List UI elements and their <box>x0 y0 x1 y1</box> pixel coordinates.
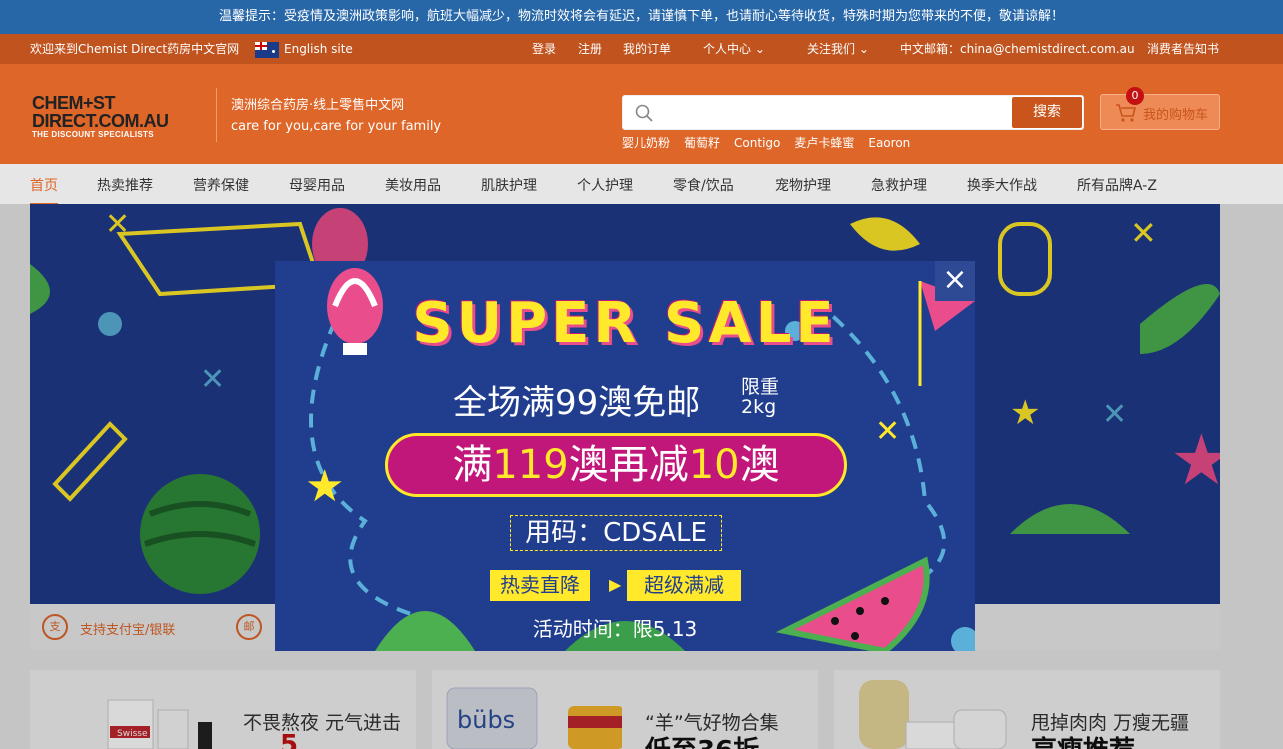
consumer-notice-link[interactable]: 消费者告知书 <box>1147 34 1219 64</box>
hotword-link[interactable]: 葡萄籽 <box>684 136 720 150</box>
cart-label: 我的购物车 <box>1143 108 1209 123</box>
nav-item-firstaid[interactable]: 急救护理 <box>871 175 927 195</box>
main-nav: 首页 热卖推荐 营养保健 母婴用品 美妆用品 肌肤护理 个人护理 零食/饮品 宠… <box>0 164 1283 205</box>
super-discount-button[interactable]: 超级满减 <box>627 570 741 601</box>
nav-item-skincare[interactable]: 肌肤护理 <box>481 175 537 195</box>
discount-banner: 满119澳再减10澳 <box>385 433 847 497</box>
chinese-email[interactable]: 中文邮箱：china@chemistdirect.com.au <box>900 34 1135 64</box>
logo-line1: CHEM+ST <box>32 93 116 113</box>
discount-c: 澳再减 <box>568 442 689 488</box>
register-link[interactable]: 注册 <box>578 34 602 64</box>
nav-item-nutrition[interactable]: 营养保健 <box>193 175 249 195</box>
svg-text:✕: ✕ <box>875 414 900 449</box>
chevron-down-icon: ⌄ <box>754 42 765 56</box>
nav-item-pet[interactable]: 宠物护理 <box>775 175 831 195</box>
arrow-right-icon: ▶ <box>609 575 622 594</box>
weight-limit-label: 限重 <box>741 376 780 398</box>
hotword-link[interactable]: Eaoron <box>868 136 910 150</box>
slogan-en: care for you,care for your family <box>231 119 442 134</box>
promo-period: 活动时间：限5.13 <box>532 617 698 641</box>
hotword-link[interactable]: Contigo <box>734 136 780 150</box>
nav-item-hot[interactable]: 热卖推荐 <box>97 175 153 195</box>
my-orders-link[interactable]: 我的订单 <box>623 34 671 64</box>
header: CHEM+ST DIRECT.COM.AU THE DISCOUNT SPECI… <box>0 64 1283 164</box>
svg-text:★: ★ <box>305 461 344 512</box>
nav-item-season[interactable]: 换季大作战 <box>967 175 1037 195</box>
weight-limit-value: 2kg <box>741 396 777 418</box>
hot-deals-button[interactable]: 热卖直降 <box>490 570 590 601</box>
discount-b: 119 <box>492 442 569 488</box>
cart-icon <box>1116 104 1137 122</box>
free-shipping-text: 全场满99澳免邮 <box>453 383 701 423</box>
search-icon <box>635 104 653 122</box>
logo-tagline: THE DISCOUNT SPECIALISTS <box>32 130 154 139</box>
nav-item-personal-care[interactable]: 个人护理 <box>577 175 633 195</box>
cart-count-badge: 0 <box>1126 87 1144 105</box>
close-icon[interactable]: × <box>935 261 975 301</box>
notice-bar: 温馨提示：受疫情及澳洲政策影响，航班大幅减少，物流时效将会有延迟，请谨慎下单，也… <box>0 0 1283 34</box>
search-button[interactable]: 搜索 <box>1012 97 1082 128</box>
header-divider <box>216 88 217 142</box>
cart-button[interactable]: 0 我的购物车 <box>1100 87 1220 130</box>
nav-item-home[interactable]: 首页 <box>30 175 58 205</box>
promo-code[interactable]: 用码：CDSALE <box>510 515 722 551</box>
site-logo[interactable]: CHEM+ST DIRECT.COM.AU THE DISCOUNT SPECI… <box>32 94 169 140</box>
discount-d: 10 <box>688 442 740 488</box>
hotword-link[interactable]: 麦卢卡蜂蜜 <box>794 136 854 150</box>
weight-limit: 限重 2kg <box>741 377 779 417</box>
nav-item-baby[interactable]: 母婴用品 <box>289 175 345 195</box>
popup-title: SUPER SALE <box>412 291 838 356</box>
chevron-down-icon: ⌄ <box>858 42 869 56</box>
promo-popup[interactable]: ★ ✕ SUPER SALE 全场满99澳免邮 限重 2kg 满119澳再减10… <box>275 261 975 651</box>
follow-us-link[interactable]: 关注我们 ⌄ <box>807 34 869 64</box>
discount-a: 满 <box>452 442 493 488</box>
nav-item-brands[interactable]: 所有品牌A-Z <box>1077 175 1157 195</box>
welcome-text: 欢迎来到Chemist Direct药房中文官网 <box>30 42 240 56</box>
login-link[interactable]: 登录 <box>532 34 556 64</box>
logo-line2: DIRECT.COM.AU <box>32 111 169 131</box>
nav-item-snacks[interactable]: 零食/饮品 <box>673 175 734 195</box>
nav-item-beauty[interactable]: 美妆用品 <box>385 175 441 195</box>
slogan: 澳洲综合药房·线上零售中文网 care for you,care for you… <box>231 95 441 137</box>
english-site-link[interactable]: English site <box>284 34 353 64</box>
hot-keywords: 婴儿奶粉 葡萄籽 Contigo 麦卢卡蜂蜜 Eaoron <box>622 134 924 151</box>
personal-center-label: 个人中心 <box>703 42 752 56</box>
slogan-cn: 澳洲综合药房·线上零售中文网 <box>231 98 405 113</box>
personal-center-link[interactable]: 个人中心 ⌄ <box>703 34 765 64</box>
discount-e: 澳 <box>739 442 780 488</box>
follow-us-label: 关注我们 <box>807 42 856 56</box>
australia-flag-icon[interactable] <box>255 42 279 58</box>
top-bar: 欢迎来到Chemist Direct药房中文官网 English site 登录… <box>0 34 1283 64</box>
hotword-link[interactable]: 婴儿奶粉 <box>622 136 670 150</box>
